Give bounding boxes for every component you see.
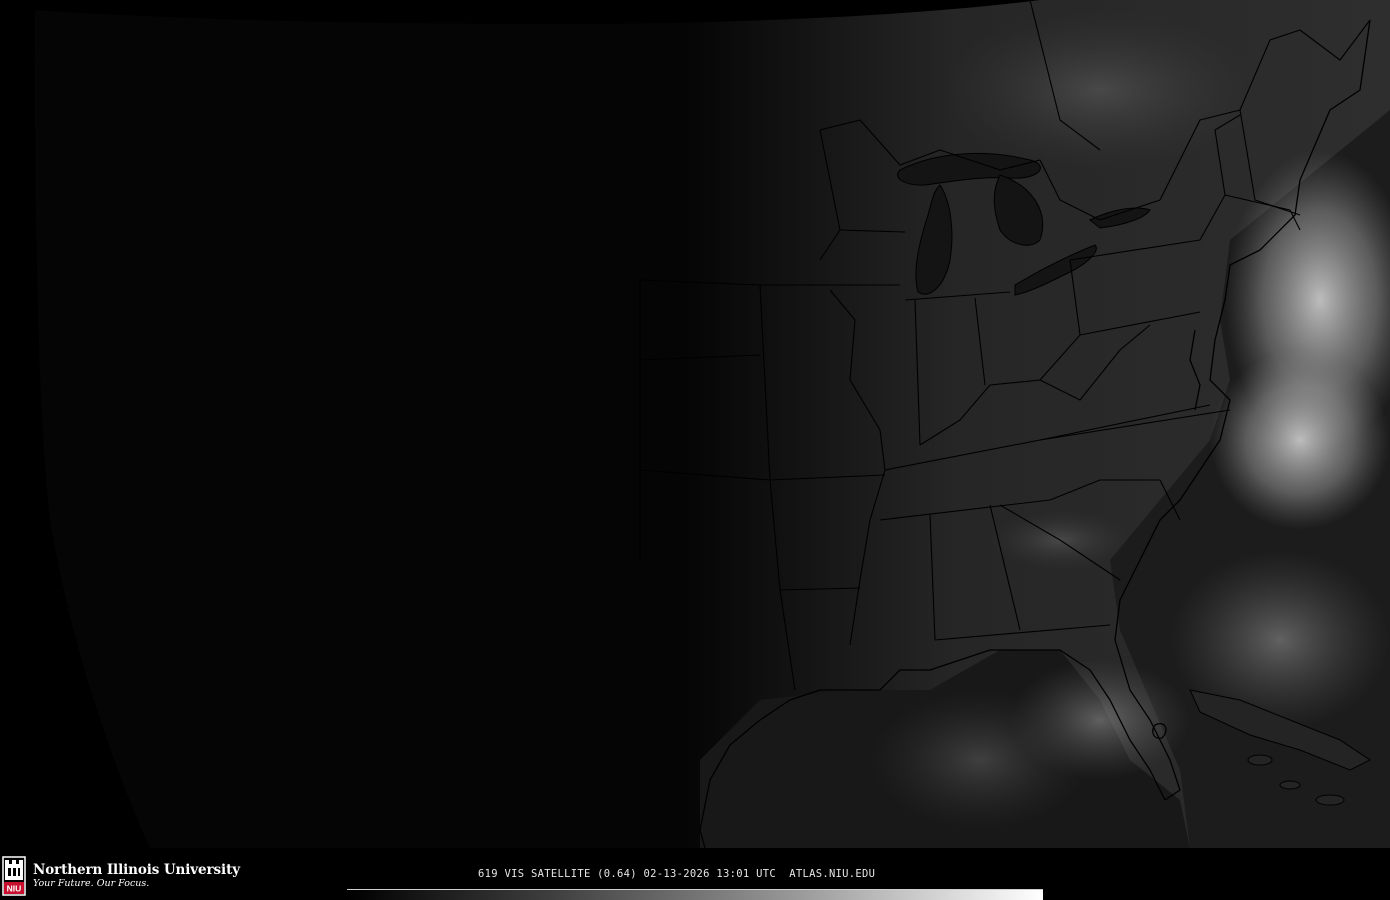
image-footer: NIU Northern Illinois University Your Fu… — [0, 848, 1390, 900]
logo-letters: NIU — [7, 884, 22, 894]
satellite-map — [0, 0, 1390, 848]
cloud-mass-gulf-west — [870, 690, 1090, 830]
image-caption: 619 VIS SATELLITE (0.64) 02-13-2026 13:0… — [478, 868, 876, 880]
university-tagline: Your Future. Our Focus. — [33, 877, 150, 889]
cloud-mass-atlantic-mid — [1210, 350, 1390, 530]
bahamas-island-2 — [1279, 780, 1301, 790]
satellite-map-svg — [34, 0, 1390, 848]
niu-huskie-logo-icon: NIU — [2, 856, 26, 896]
cloud-mass-canada — [940, 10, 1260, 170]
university-name: Northern Illinois University — [33, 861, 240, 878]
bahamas-island-3 — [1315, 794, 1345, 806]
brightness-colorbar — [347, 889, 1043, 900]
satellite-image-page: NIU Northern Illinois University Your Fu… — [0, 0, 1390, 900]
niu-logo[interactable]: NIU Northern Illinois University Your Fu… — [2, 856, 240, 896]
bahamas-island-1 — [1247, 754, 1273, 766]
